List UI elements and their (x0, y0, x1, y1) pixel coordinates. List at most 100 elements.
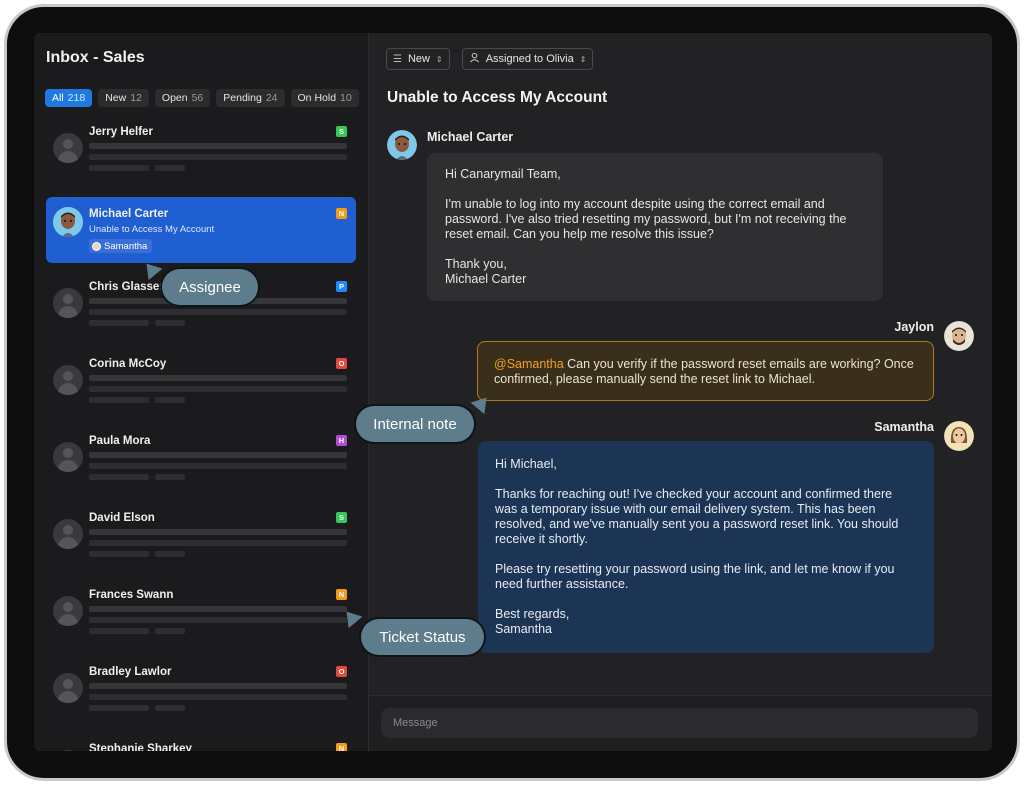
preview-placeholder (89, 320, 149, 326)
assignee-dropdown[interactable]: Assigned to Olivia ⇕ (461, 48, 594, 70)
ticket-status-callout: Ticket Status (361, 619, 484, 655)
preview-placeholder (89, 540, 347, 546)
conversation-item[interactable]: David Elson S (46, 509, 356, 575)
avatar-placeholder-icon (53, 750, 83, 751)
filter-count: 24 (265, 92, 278, 104)
memoji-avatar (53, 207, 83, 237)
avatar-placeholder-icon (53, 442, 83, 472)
internal-note-bubble: @Samantha Can you verify if the password… (477, 341, 934, 401)
preview-placeholder (89, 397, 149, 403)
preview-placeholder (155, 397, 185, 403)
message-paragraph: I'm unable to log into my account despit… (445, 197, 847, 241)
preview-placeholder (155, 705, 185, 711)
preview-placeholder (89, 463, 347, 469)
sender-avatar (944, 421, 974, 451)
incoming-message-bubble: Hi Canarymail Team, I'm unable to log in… (427, 153, 883, 301)
filter-count: 12 (130, 92, 142, 104)
status-filter-tabs: All 218 New 12 Open 56 Pending 24 On Hol… (45, 89, 359, 107)
assignee-dropdown-value: Assigned to Olivia (485, 53, 574, 65)
filter-tab-open[interactable]: Open 56 (154, 89, 211, 107)
conversation-item[interactable]: Frances Swann N (46, 586, 356, 652)
filter-tab-on-hold[interactable]: On Hold 10 (290, 89, 359, 107)
preview-placeholder (89, 474, 149, 480)
contact-name: Paula Mora (89, 435, 151, 447)
ticket-status-badge: O (336, 666, 347, 677)
preview-placeholder (155, 628, 185, 634)
avatar-placeholder-icon (53, 288, 83, 318)
message-paragraph: Hi Michael, (495, 457, 557, 471)
conversation-item[interactable]: Corina McCoy O (46, 355, 356, 421)
filter-label: Open (161, 92, 188, 104)
message-paragraph: Hi Canarymail Team, (445, 167, 561, 181)
sender-avatar (944, 321, 974, 351)
inbox-sidebar: Inbox - Sales All 218 New 12 Open 56 Pen… (34, 33, 369, 751)
message-paragraph: Thanks for reaching out! I've checked yo… (495, 487, 899, 546)
preview-placeholder (89, 143, 347, 149)
filter-label: Pending (223, 92, 262, 104)
sender-name: Jaylon (894, 320, 934, 334)
preview-placeholder (155, 320, 185, 326)
preview-placeholder (89, 529, 347, 535)
status-dropdown[interactable]: ☰ New ⇕ (386, 48, 450, 70)
internal-note-callout: Internal note (356, 406, 474, 442)
sender-name: Samantha (874, 420, 934, 434)
conversation-subject: Unable to Access My Account (89, 224, 215, 235)
conversation-title: Unable to Access My Account (387, 89, 608, 106)
preview-placeholder (89, 628, 149, 634)
assignee-name: Samantha (104, 240, 148, 252)
filter-count: 218 (67, 92, 86, 104)
chevron-up-down-icon: ⇕ (579, 54, 587, 64)
list-icon: ☰ (393, 53, 402, 65)
preview-placeholder (89, 165, 149, 171)
filter-label: New (105, 92, 127, 104)
preview-placeholder (155, 474, 185, 480)
message-paragraph: Thank you, Michael Carter (445, 257, 527, 286)
ticket-status-badge: S (336, 512, 347, 523)
preview-placeholder (89, 551, 149, 557)
avatar-placeholder-icon (53, 365, 83, 395)
preview-placeholder (89, 617, 347, 623)
contact-name: Chris Glasser (89, 281, 164, 293)
contact-name: Stephanie Sharkey (89, 743, 192, 751)
ticket-status-badge: O (336, 358, 347, 369)
assignee-avatar-icon (92, 241, 101, 251)
app-window: Inbox - Sales All 218 New 12 Open 56 Pen… (34, 33, 992, 751)
preview-placeholder (89, 694, 347, 700)
conversation-item-selected[interactable]: Michael Carter N Unable to Access My Acc… (46, 197, 356, 263)
inbox-title: Inbox - Sales (46, 49, 145, 66)
filter-tab-new[interactable]: New 12 (98, 89, 149, 107)
sender-avatar (387, 130, 417, 160)
message-input[interactable] (381, 708, 978, 738)
contact-name: David Elson (89, 512, 155, 524)
preview-placeholder (89, 452, 347, 458)
assignee-chip[interactable]: Samantha (89, 239, 153, 253)
contact-name: Bradley Lawlor (89, 666, 172, 678)
conversation-item[interactable]: Bradley Lawlor O (46, 663, 356, 729)
conversation-item[interactable]: Stephanie Sharkey N (46, 740, 356, 751)
conversation-item[interactable]: Paula Mora H (46, 432, 356, 498)
message-paragraph: Best regards, Samantha (495, 607, 570, 636)
filter-count: 56 (191, 92, 204, 104)
conversation-item[interactable]: Jerry Helfer S (46, 123, 356, 189)
avatar-placeholder-icon (53, 673, 83, 703)
mention-tag[interactable]: @Samantha (494, 357, 564, 371)
filter-tab-all[interactable]: All 218 (45, 89, 93, 107)
status-dropdown-value: New (407, 53, 430, 65)
ticket-status-badge: S (336, 126, 347, 137)
person-icon (469, 52, 480, 66)
preview-placeholder (89, 705, 149, 711)
contact-name: Corina McCoy (89, 358, 167, 370)
filter-tab-pending[interactable]: Pending 24 (216, 89, 285, 107)
preview-placeholder (89, 606, 347, 612)
preview-placeholder (89, 375, 347, 381)
conversation-toolbar: ☰ New ⇕ Assigned to Olivia ⇕ (386, 48, 594, 70)
preview-placeholder (155, 551, 185, 557)
outgoing-message-bubble: Hi Michael, Thanks for reaching out! I'v… (478, 441, 934, 653)
preview-placeholder (89, 683, 347, 689)
message-paragraph: Please try resetting your password using… (495, 562, 895, 591)
sender-name: Michael Carter (427, 130, 514, 144)
preview-placeholder (89, 309, 347, 315)
preview-placeholder (89, 386, 347, 392)
preview-placeholder (89, 154, 347, 160)
chevron-up-down-icon: ⇕ (435, 54, 443, 64)
